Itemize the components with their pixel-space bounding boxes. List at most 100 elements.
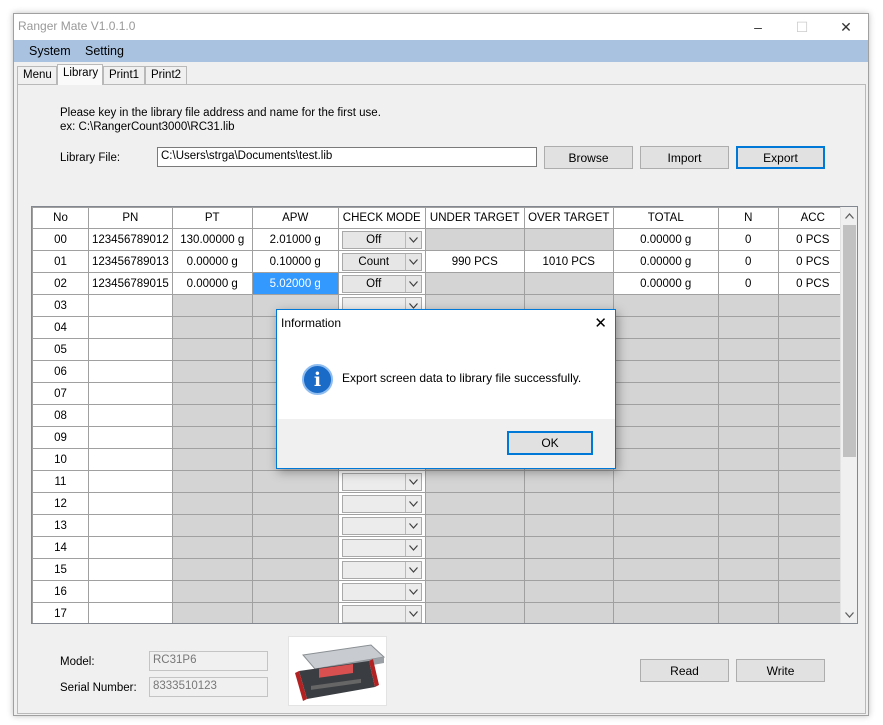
cell-pt[interactable]	[171, 514, 253, 537]
table-cell[interactable]	[717, 426, 779, 449]
cell-pt[interactable]	[171, 558, 253, 581]
cell-pn[interactable]	[88, 426, 173, 449]
cell-apw[interactable]: 5.02000 g	[251, 272, 339, 295]
table-cell[interactable]	[612, 360, 719, 383]
table-cell[interactable]	[612, 536, 719, 559]
ok-button[interactable]: OK	[507, 431, 593, 455]
cell-pn[interactable]: 123456789012	[88, 228, 173, 251]
cell-apw[interactable]: 0.10000 g	[251, 250, 339, 273]
table-cell[interactable]	[612, 470, 719, 493]
cell-no[interactable]: 15	[32, 558, 89, 581]
menu-setting[interactable]: Setting	[85, 44, 124, 58]
table-row[interactable]: 12	[32, 492, 848, 515]
scroll-up-icon[interactable]	[841, 207, 857, 224]
table-cell[interactable]	[777, 470, 848, 493]
cell-no[interactable]: 02	[32, 272, 89, 295]
cell-no[interactable]: 17	[32, 602, 89, 623]
table-cell[interactable]	[424, 470, 525, 493]
cell-pt[interactable]: 130.00000 g	[171, 228, 253, 251]
check-mode-select[interactable]	[341, 516, 422, 535]
tab-library[interactable]: Library	[57, 64, 103, 85]
cell-no[interactable]: 00	[32, 228, 89, 251]
cell-pn[interactable]	[88, 294, 173, 317]
cell-pt[interactable]	[171, 602, 253, 623]
table-cell[interactable]	[424, 536, 525, 559]
table-cell[interactable]	[777, 558, 848, 581]
table-cell[interactable]	[717, 536, 779, 559]
table-cell[interactable]	[424, 514, 525, 537]
menu-system[interactable]: System	[29, 44, 71, 58]
column-header[interactable]: CHECK MODE	[337, 207, 426, 229]
cell-pn[interactable]	[88, 558, 173, 581]
table-cell[interactable]	[523, 470, 614, 493]
import-button[interactable]: Import	[640, 146, 729, 169]
minimize-button[interactable]: –	[736, 14, 780, 40]
grid-scrollbar[interactable]	[840, 207, 857, 623]
table-row[interactable]: 11	[32, 470, 848, 493]
cell-no[interactable]: 11	[32, 470, 89, 493]
column-header[interactable]: PT	[171, 207, 253, 229]
cell-pn[interactable]	[88, 448, 173, 471]
cell-pn[interactable]	[88, 514, 173, 537]
table-cell[interactable]	[777, 536, 848, 559]
cell-pt[interactable]: 0.00000 g	[171, 250, 253, 273]
check-mode-select[interactable]: Off	[341, 274, 422, 293]
table-cell[interactable]	[612, 492, 719, 515]
cell-pt[interactable]	[171, 382, 253, 405]
table-cell[interactable]	[717, 514, 779, 537]
cell-no[interactable]: 07	[32, 382, 89, 405]
cell-apw[interactable]: 2.01000 g	[251, 228, 339, 251]
cell-apw[interactable]	[251, 602, 339, 623]
write-button[interactable]: Write	[736, 659, 825, 682]
table-cell[interactable]	[424, 558, 525, 581]
cell-over-target[interactable]	[523, 272, 614, 295]
table-cell[interactable]	[612, 382, 719, 405]
table-cell[interactable]	[523, 602, 614, 623]
table-cell[interactable]	[777, 426, 848, 449]
cell-pn[interactable]	[88, 360, 173, 383]
tab-print1[interactable]: Print1	[103, 66, 145, 84]
table-cell[interactable]	[777, 602, 848, 623]
cell-apw[interactable]	[251, 470, 339, 493]
chevron-down-icon[interactable]	[404, 231, 421, 248]
table-cell[interactable]	[777, 404, 848, 427]
cell-no[interactable]: 16	[32, 580, 89, 603]
table-cell[interactable]	[612, 316, 719, 339]
table-row[interactable]: 17	[32, 602, 848, 623]
scroll-down-icon[interactable]	[841, 606, 857, 623]
cell-apw[interactable]	[251, 492, 339, 515]
cell-no[interactable]: 04	[32, 316, 89, 339]
cell-acc[interactable]: 0 PCS	[777, 250, 848, 273]
table-cell[interactable]	[717, 294, 779, 317]
table-row[interactable]: 13	[32, 514, 848, 537]
check-mode-select[interactable]	[341, 582, 422, 601]
table-row[interactable]: 16	[32, 580, 848, 603]
cell-apw[interactable]	[251, 536, 339, 559]
table-cell[interactable]	[777, 580, 848, 603]
chevron-down-icon[interactable]	[404, 605, 421, 622]
maximize-button[interactable]: ☐	[780, 14, 824, 40]
table-cell[interactable]	[717, 404, 779, 427]
cell-pt[interactable]	[171, 316, 253, 339]
table-cell[interactable]	[777, 338, 848, 361]
cell-pt[interactable]	[171, 294, 253, 317]
table-cell[interactable]	[777, 316, 848, 339]
cell-under-target[interactable]: 990 PCS	[424, 250, 525, 273]
check-mode-select[interactable]: Count	[341, 252, 422, 271]
table-cell[interactable]	[612, 558, 719, 581]
cell-pt[interactable]	[171, 426, 253, 449]
cell-acc[interactable]: 0 PCS	[777, 228, 848, 251]
table-cell[interactable]	[777, 448, 848, 471]
read-button[interactable]: Read	[640, 659, 729, 682]
check-mode-cell[interactable]	[337, 536, 426, 559]
cell-pn[interactable]: 123456789013	[88, 250, 173, 273]
chevron-down-icon[interactable]	[404, 253, 421, 270]
cell-pn[interactable]	[88, 316, 173, 339]
check-mode-cell[interactable]	[337, 470, 426, 493]
cell-pt[interactable]: 0.00000 g	[171, 272, 253, 295]
cell-total[interactable]: 0.00000 g	[612, 228, 719, 251]
table-cell[interactable]	[777, 492, 848, 515]
check-mode-select[interactable]: Off	[341, 230, 422, 249]
table-cell[interactable]	[777, 382, 848, 405]
cell-no[interactable]: 10	[32, 448, 89, 471]
